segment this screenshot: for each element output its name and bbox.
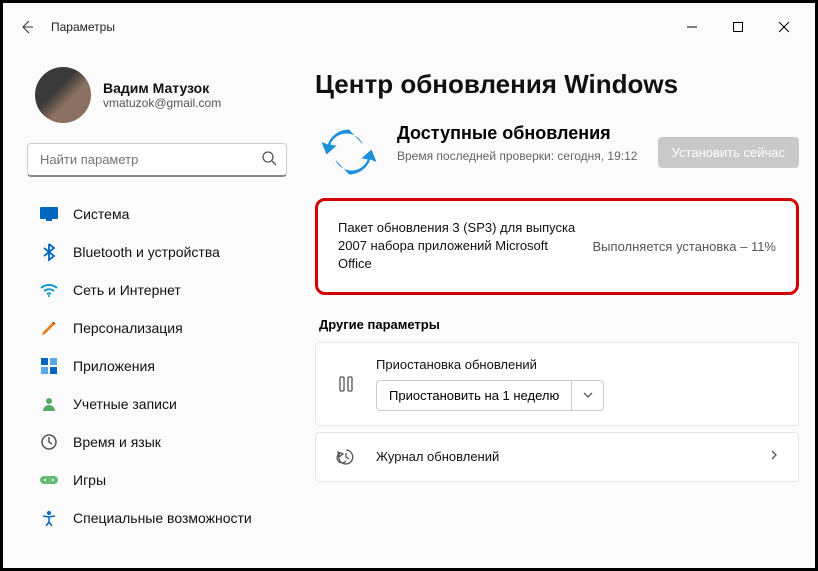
minimize-icon [686,21,698,33]
chevron-down-icon [582,389,594,401]
sidebar-item-system[interactable]: Система [27,195,287,233]
sidebar-item-gaming[interactable]: Игры [27,461,287,499]
person-icon [39,394,59,414]
wifi-icon [39,280,59,300]
history-icon [334,447,358,467]
maximize-icon [732,21,744,33]
pause-dropdown-button[interactable] [572,380,604,411]
system-icon [39,204,59,224]
sidebar: Вадим Матузок vmatuzok@gmail.com Система… [3,51,303,568]
back-button[interactable] [11,11,43,43]
nav-label: Игры [73,472,106,488]
nav-list: Система Bluetooth и устройства Сеть и Ин… [27,195,287,537]
profile-email: vmatuzok@gmail.com [103,96,221,110]
update-header-text: Доступные обновления Время последней про… [397,122,640,163]
search-input[interactable] [27,143,287,177]
arrow-left-icon [19,19,35,35]
window-controls [669,11,807,43]
pause-icon [334,375,358,393]
profile-block[interactable]: Вадим Матузок vmatuzok@gmail.com [27,51,287,143]
pause-body: Приостановка обновлений Приостановить на… [376,357,780,411]
update-status: Выполняется установка – 11% [593,239,776,254]
nav-label: Учетные записи [73,396,177,412]
sync-icon [319,122,379,182]
bluetooth-icon [39,242,59,262]
main-panel: Центр обновления Windows Доступные обнов… [303,51,815,568]
brush-icon [39,318,59,338]
settings-window: Параметры Вадим Матузок vmatuzok@gmail.c… [0,0,818,571]
history-body: Журнал обновлений [376,449,750,464]
last-check-time: Время последней проверки: сегодня, 19:12 [397,149,640,163]
history-title: Журнал обновлений [376,449,750,464]
install-now-button[interactable]: Установить сейчас [658,137,799,168]
avatar [35,67,91,123]
titlebar: Параметры [3,3,815,51]
apps-icon [39,356,59,376]
other-settings-label: Другие параметры [319,317,799,332]
close-button[interactable] [761,11,807,43]
nav-label: Система [73,206,129,222]
gamepad-icon [39,470,59,490]
pause-duration-select: Приостановить на 1 неделю [376,380,780,411]
search-box [27,143,287,177]
sidebar-item-network[interactable]: Сеть и Интернет [27,271,287,309]
nav-label: Приложения [73,358,155,374]
search-icon [261,150,277,171]
pause-selected-value[interactable]: Приостановить на 1 неделю [376,380,572,411]
accessibility-icon [39,508,59,528]
window-title: Параметры [51,20,115,34]
update-name: Пакет обновления 3 (SP3) для выпуска 200… [338,219,578,274]
update-item-highlighted: Пакет обновления 3 (SP3) для выпуска 200… [315,198,799,295]
minimize-button[interactable] [669,11,715,43]
maximize-button[interactable] [715,11,761,43]
available-updates-title: Доступные обновления [397,122,640,145]
close-icon [778,21,790,33]
content-area: Вадим Матузок vmatuzok@gmail.com Система… [3,51,815,568]
update-history-row[interactable]: Журнал обновлений [315,432,799,482]
update-header: Доступные обновления Время последней про… [315,122,799,182]
nav-label: Bluetooth и устройства [73,244,220,260]
sidebar-item-personalization[interactable]: Персонализация [27,309,287,347]
sidebar-item-accounts[interactable]: Учетные записи [27,385,287,423]
pause-updates-row[interactable]: Приостановка обновлений Приостановить на… [315,342,799,426]
nav-label: Персонализация [73,320,183,336]
chevron-right-icon [768,448,780,466]
page-title: Центр обновления Windows [315,69,799,100]
nav-label: Сеть и Интернет [73,282,181,298]
pause-title: Приостановка обновлений [376,357,780,372]
sidebar-item-apps[interactable]: Приложения [27,347,287,385]
nav-label: Специальные возможности [73,510,252,526]
sidebar-item-time-language[interactable]: Время и язык [27,423,287,461]
nav-label: Время и язык [73,434,161,450]
profile-name: Вадим Матузок [103,80,221,96]
profile-text: Вадим Матузок vmatuzok@gmail.com [103,80,221,110]
clock-globe-icon [39,432,59,452]
sidebar-item-accessibility[interactable]: Специальные возможности [27,499,287,537]
sidebar-item-bluetooth[interactable]: Bluetooth и устройства [27,233,287,271]
